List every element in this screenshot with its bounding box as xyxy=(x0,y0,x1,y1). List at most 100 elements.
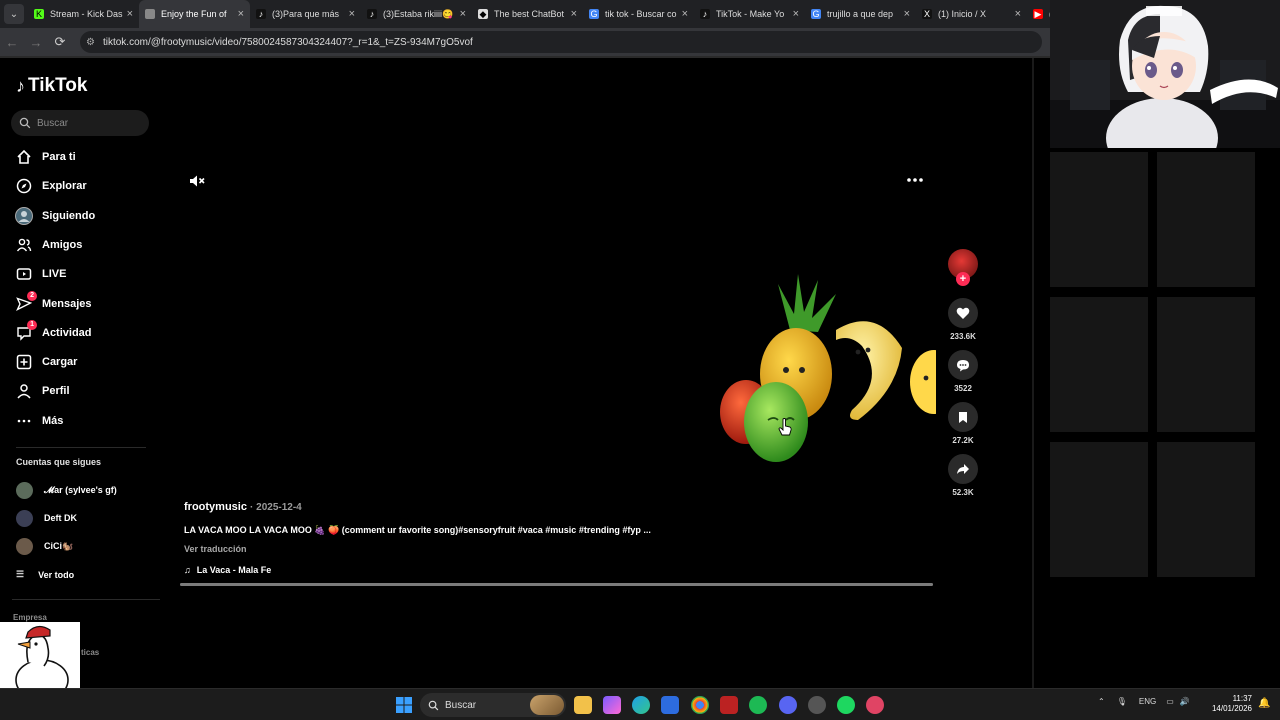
browser-tab[interactable]: K Stream - Kick Dash × xyxy=(28,0,139,28)
network-icon[interactable]: ▭ xyxy=(1166,697,1174,706)
close-tab-icon[interactable]: × xyxy=(571,8,577,20)
sidebar-item-amigos[interactable]: Amigos xyxy=(15,234,82,256)
following-account[interactable]: CiCi🐿️ xyxy=(16,537,73,555)
volume-icon[interactable]: 🔊 xyxy=(1180,697,1190,706)
app-icon[interactable] xyxy=(837,696,855,714)
windows-start-icon[interactable] xyxy=(396,697,412,713)
tiktok-logo[interactable]: ♪ TikTok xyxy=(16,75,87,97)
notification-badge: 1 xyxy=(27,319,37,330)
copilot-icon[interactable] xyxy=(603,696,621,714)
sidebar-item-cargar[interactable]: Cargar xyxy=(15,351,77,373)
account-name: CiCi🐿️ xyxy=(44,540,74,551)
store-icon[interactable] xyxy=(661,696,679,714)
close-tab-icon[interactable]: × xyxy=(904,8,910,20)
close-tab-icon[interactable]: × xyxy=(460,8,466,20)
back-icon[interactable]: ← xyxy=(0,35,24,50)
share-icon[interactable] xyxy=(948,454,978,484)
like-button[interactable]: 233.6K xyxy=(948,298,978,341)
tab-title: Stream - Kick Dash xyxy=(50,9,123,19)
sidebar-item-actividad[interactable]: 1 Actividad xyxy=(15,319,92,344)
close-tab-icon[interactable]: × xyxy=(682,8,688,20)
video-progress-fill xyxy=(180,583,933,586)
sidebar-item-mensajes[interactable]: 2 Mensajes xyxy=(15,290,92,315)
follow-plus-icon[interactable]: + xyxy=(956,272,970,286)
following-account[interactable]: 𝓜ar (sylvee's gf) xyxy=(16,481,117,499)
search-icon xyxy=(19,117,31,129)
tab-title: tik tok - Buscar co xyxy=(605,9,677,19)
comment-button[interactable]: 3522 xyxy=(948,350,978,393)
forward-icon[interactable]: → xyxy=(24,35,48,50)
tiktok-search-box[interactable] xyxy=(11,110,149,136)
video-author[interactable]: frootymusic · 2025-12-4 xyxy=(184,501,302,513)
spotify-icon[interactable] xyxy=(749,696,767,714)
system-clock[interactable]: 11:37 14/01/2026 xyxy=(1206,694,1252,714)
following-section-title: Cuentas que sigues xyxy=(16,457,102,467)
reload-icon[interactable]: ⟳ xyxy=(48,34,72,50)
browser-tab[interactable]: ♪ (3)Para que más × xyxy=(250,0,361,28)
tab-search-button[interactable]: ⌄ xyxy=(4,4,24,24)
save-button[interactable]: 27.2K xyxy=(948,402,978,445)
mute-icon[interactable] xyxy=(188,172,206,190)
close-tab-icon[interactable]: × xyxy=(793,8,799,20)
sidebar-item-siguiendo[interactable]: Siguiendo xyxy=(15,205,95,227)
language-indicator[interactable]: ENG xyxy=(1139,697,1156,706)
heart-icon[interactable] xyxy=(948,298,978,328)
browser-tab[interactable]: Gtik tok - Buscar co × xyxy=(583,0,694,28)
close-tab-icon[interactable]: × xyxy=(127,8,133,20)
clock-date: 14/01/2026 xyxy=(1211,704,1252,713)
chrome-icon[interactable] xyxy=(691,696,709,714)
comment-icon[interactable] xyxy=(948,350,978,380)
tiktok-sidebar: ♪ TikTok Para ti Explorar Siguiendo Amigos L… xyxy=(0,58,165,714)
chevron-up-icon[interactable]: ⌃ xyxy=(1098,697,1105,706)
more-options-icon[interactable] xyxy=(906,176,924,184)
sidebar-item-live[interactable]: LIVE xyxy=(15,263,66,285)
taskbar-search[interactable]: Buscar xyxy=(420,693,566,717)
see-all-link[interactable]: ☰ Ver todo xyxy=(16,569,74,580)
company-link[interactable]: Empresa xyxy=(13,613,47,622)
author-name[interactable]: frootymusic xyxy=(184,501,247,513)
sound-link[interactable]: ♫ La Vaca - Mala Fe xyxy=(184,565,271,575)
following-avatar-icon xyxy=(15,206,33,225)
browser-tab[interactable]: Enjoy the Fun of × xyxy=(139,0,250,28)
site-info-icon[interactable]: ⚙ xyxy=(86,37,95,48)
save-count: 27.2K xyxy=(952,436,974,445)
sidebar-divider xyxy=(12,599,160,600)
discord-icon[interactable] xyxy=(779,696,797,714)
close-tab-icon[interactable]: × xyxy=(349,8,355,20)
sidebar-item-label: Perfil xyxy=(42,385,70,398)
app-icon[interactable] xyxy=(866,696,884,714)
page-scrollbar[interactable] xyxy=(1032,58,1034,688)
translate-link[interactable]: Ver traducción xyxy=(184,544,247,554)
search-input[interactable] xyxy=(37,117,137,129)
close-tab-icon[interactable]: × xyxy=(1015,8,1021,20)
file-explorer-icon[interactable] xyxy=(574,696,592,714)
bookmark-icon[interactable] xyxy=(948,402,978,432)
video-frame-fruits[interactable] xyxy=(690,270,936,470)
microphone-icon[interactable]: 🎙 xyxy=(1117,697,1127,706)
valorant-icon[interactable] xyxy=(720,696,738,714)
sidebar-item-para-ti[interactable]: Para ti xyxy=(15,146,76,168)
browser-tab[interactable]: Gtrujillo a que dep × xyxy=(805,0,916,28)
tab-title: The best ChatBot xyxy=(494,9,565,19)
app-icon[interactable] xyxy=(808,696,826,714)
notification-bell-icon[interactable]: 🔔 xyxy=(1258,698,1270,709)
browser-tab[interactable]: ♪ TikTok - Make Yo × xyxy=(694,0,805,28)
edge-icon[interactable] xyxy=(632,696,650,714)
browser-tab[interactable]: ♪ (3)Estaba rikiiii😋 × xyxy=(361,0,472,28)
video-progress-bar[interactable] xyxy=(180,583,933,586)
browser-tab[interactable]: ◆ The best ChatBot × xyxy=(472,0,583,28)
browser-tab[interactable]: ▶(2 xyxy=(1027,0,1050,28)
sidebar-item-label: Mensajes xyxy=(42,297,92,310)
share-button[interactable]: 52.3K xyxy=(948,454,978,497)
policies-link[interactable]: ticas xyxy=(81,648,99,657)
browser-tab[interactable]: X (1) Inicio / X × xyxy=(916,0,1027,28)
like-count: 233.6K xyxy=(950,332,976,341)
sidebar-item-más[interactable]: Más xyxy=(15,410,63,432)
close-tab-icon[interactable]: × xyxy=(238,8,244,20)
address-bar[interactable]: ⚙ tiktok.com/@frootymusic/video/75800245… xyxy=(80,31,1042,53)
following-account[interactable]: Deft DK xyxy=(16,509,77,527)
sidebar-item-perfil[interactable]: Perfil xyxy=(15,380,70,402)
inbox-icon: 1 xyxy=(15,319,37,342)
sidebar-item-explorar[interactable]: Explorar xyxy=(15,175,87,197)
comment-count: 3522 xyxy=(954,384,972,393)
